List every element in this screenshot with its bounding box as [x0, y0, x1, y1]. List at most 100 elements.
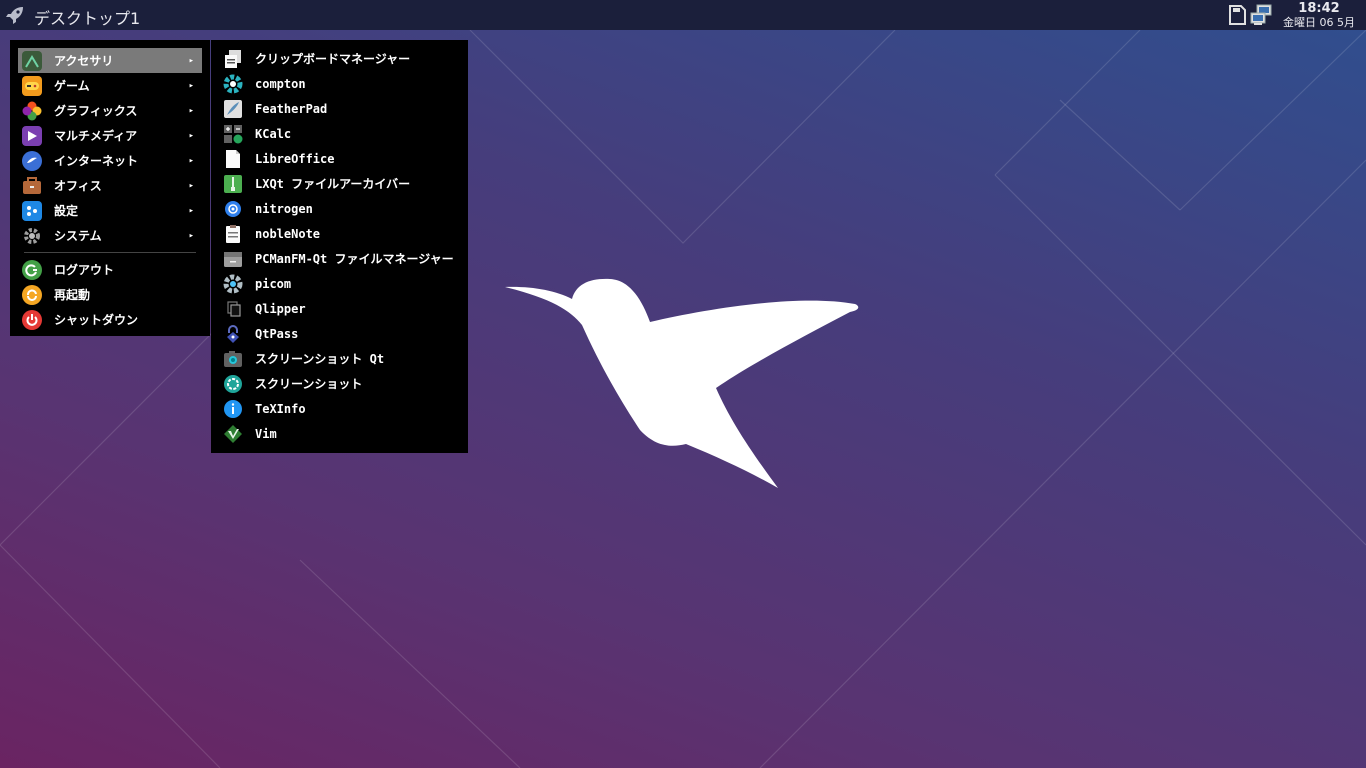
office-icon	[22, 176, 42, 196]
menu-item-shutdown[interactable]: シャットダウン	[18, 307, 202, 332]
submenu-item-screenshot-qt[interactable]: スクリーンショット Qt	[211, 346, 468, 371]
menu-item-label: ゲーム	[54, 79, 90, 93]
menu-item-label: グラフィックス	[54, 104, 138, 118]
menu-item-multimedia[interactable]: マルチメディア ▸	[18, 123, 202, 148]
settings-icon	[22, 200, 42, 221]
submenu-arrow-icon: ▸	[188, 205, 194, 216]
submenu-item-label: Qlipper	[255, 301, 306, 316]
accessories-icon	[22, 50, 42, 71]
menu-item-label: システム	[54, 229, 102, 243]
submenu-item-screenshot[interactable]: スクリーンショット	[211, 371, 468, 396]
submenu-item-label: PCManFM-Qt ファイルマネージャー	[255, 252, 454, 266]
submenu-arrow-icon: ▸	[188, 180, 194, 191]
nitrogen-icon	[223, 199, 243, 219]
kcalc-icon	[223, 124, 243, 144]
menu-item-label: インターネット	[54, 154, 139, 168]
qlipper-icon	[223, 299, 243, 319]
menu-item-office[interactable]: オフィス ▸	[18, 173, 202, 198]
submenu-item-file-manager[interactable]: PCManFM-Qt ファイルマネージャー	[211, 246, 468, 271]
menu-item-label: 設定	[54, 204, 79, 218]
clock-time: 18:42	[1298, 1, 1340, 16]
submenu-arrow-icon: ▸	[188, 130, 194, 141]
system-tray	[1226, 4, 1274, 26]
submenu-item-label: QtPass	[255, 326, 299, 341]
submenu-item-label: nobleNote	[255, 226, 321, 241]
screenshot-qt-icon	[223, 349, 243, 369]
texinfo-icon	[223, 399, 243, 419]
submenu-arrow-icon: ▸	[188, 155, 194, 166]
menu-item-label: シャットダウン	[54, 313, 139, 327]
submenu-item-label: picom	[255, 276, 292, 291]
featherpad-icon	[223, 99, 243, 119]
hummingbird-logo	[505, 278, 859, 488]
games-icon	[22, 75, 42, 96]
archiver-icon	[223, 174, 243, 194]
logout-icon	[22, 259, 42, 280]
shutdown-icon	[22, 309, 42, 330]
submenu-item-archiver[interactable]: LXQt ファイルアーカイバー	[211, 171, 468, 196]
submenu-arrow-icon: ▸	[188, 80, 194, 91]
menu-item-internet[interactable]: インターネット ▸	[18, 148, 202, 173]
submenu-item-kcalc[interactable]: KCalc	[211, 121, 468, 146]
submenu-arrow-icon: ▸	[188, 230, 194, 241]
submenu-item-label: KCalc	[255, 126, 292, 141]
submenu-arrow-icon: ▸	[188, 105, 194, 116]
internet-icon	[22, 150, 42, 171]
menu-separator	[24, 252, 196, 253]
screenshot-icon	[223, 374, 243, 394]
submenu-item-nitrogen[interactable]: nitrogen	[211, 196, 468, 221]
file-manager-icon	[223, 249, 243, 269]
submenu-item-qtpass[interactable]: QtPass	[211, 321, 468, 346]
menu-item-label: ログアウト	[54, 263, 115, 277]
submenu-item-label: LXQt ファイルアーカイバー	[255, 177, 411, 191]
submenu-item-label: Vim	[255, 426, 277, 441]
submenu-item-label: nitrogen	[255, 201, 313, 216]
submenu-item-vim[interactable]: Vim	[211, 421, 468, 446]
menu-item-system[interactable]: システム ▸	[18, 223, 202, 248]
submenu-item-label: スクリーンショット Qt	[255, 352, 385, 366]
menu-item-label: マルチメディア	[54, 129, 138, 143]
rocket-icon	[6, 7, 23, 24]
menu-item-games[interactable]: ゲーム ▸	[18, 73, 202, 98]
reboot-icon	[22, 284, 42, 305]
clipboard-manager-icon	[223, 49, 243, 69]
submenu-item-label: スクリーンショット	[255, 377, 363, 391]
menu-item-label: 再起動	[54, 288, 91, 302]
system-icon	[22, 226, 42, 246]
libreoffice-icon	[223, 149, 243, 169]
vim-icon	[223, 424, 243, 444]
submenu-item-featherpad[interactable]: FeatherPad	[211, 96, 468, 121]
submenu-item-libreoffice[interactable]: LibreOffice	[211, 146, 468, 171]
sd-card-icon[interactable]	[1226, 4, 1248, 26]
menu-item-label: オフィス	[54, 179, 102, 193]
submenu-item-texinfo[interactable]: TeXInfo	[211, 396, 468, 421]
graphics-icon	[22, 101, 42, 121]
network-icon[interactable]	[1250, 4, 1274, 26]
submenu-item-clipboard-manager[interactable]: クリップボードマネージャー	[211, 46, 468, 71]
app-launcher-button[interactable]	[4, 4, 26, 26]
accessories-submenu: クリップボードマネージャー compton FeatherPad KCalc L…	[211, 40, 468, 453]
menu-item-settings[interactable]: 設定 ▸	[18, 198, 202, 223]
submenu-arrow-icon: ▸	[188, 55, 194, 66]
submenu-item-label: FeatherPad	[255, 101, 328, 116]
top-panel: デスクトップ1 18:42 金曜日 06 5月	[0, 0, 1366, 30]
submenu-item-label: クリップボードマネージャー	[255, 52, 411, 66]
submenu-item-label: LibreOffice	[255, 151, 335, 166]
submenu-item-compton[interactable]: compton	[211, 71, 468, 96]
clock-date: 金曜日 06 5月	[1283, 16, 1355, 29]
menu-item-accessories[interactable]: アクセサリ ▸	[18, 48, 202, 73]
menu-item-reboot[interactable]: 再起動	[18, 282, 202, 307]
submenu-item-picom[interactable]: picom	[211, 271, 468, 296]
picom-icon	[223, 274, 243, 294]
submenu-item-label: TeXInfo	[255, 401, 306, 416]
submenu-item-qlipper[interactable]: Qlipper	[211, 296, 468, 321]
clock[interactable]: 18:42 金曜日 06 5月	[1278, 0, 1360, 30]
submenu-item-noblenote[interactable]: nobleNote	[211, 221, 468, 246]
qtpass-icon	[223, 324, 243, 344]
application-menu: アクセサリ ▸ ゲーム ▸ グラフィックス ▸ マルチメディア ▸ インターネッ…	[10, 40, 210, 336]
menu-item-logout[interactable]: ログアウト	[18, 257, 202, 282]
multimedia-icon	[22, 125, 42, 146]
noblenote-icon	[223, 224, 243, 244]
desktop-switcher[interactable]: デスクトップ1	[34, 5, 140, 29]
menu-item-graphics[interactable]: グラフィックス ▸	[18, 98, 202, 123]
